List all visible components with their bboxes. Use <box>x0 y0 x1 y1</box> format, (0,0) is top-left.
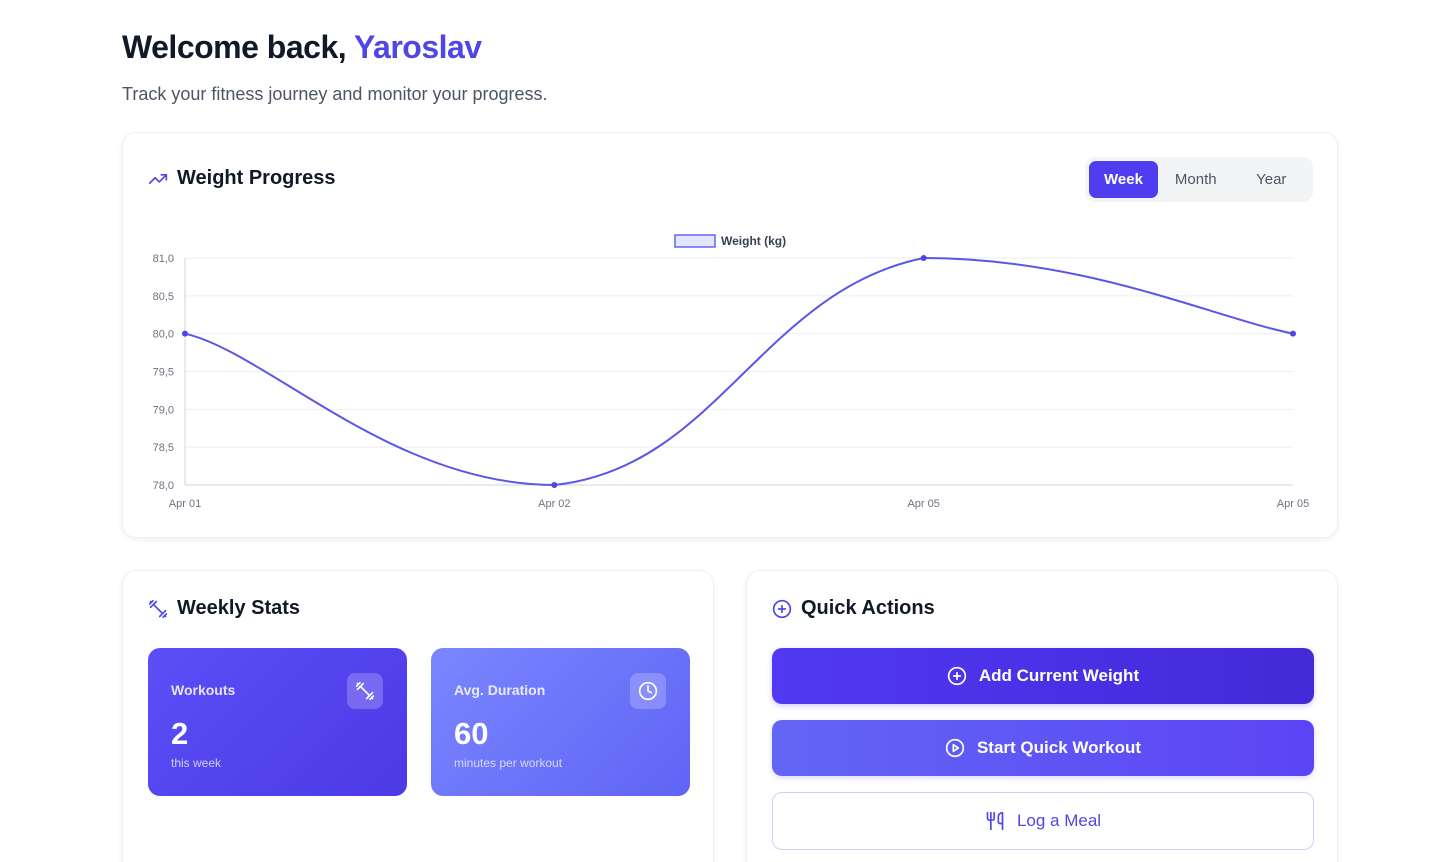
stat-sub: minutes per workout <box>454 756 563 770</box>
weight-progress-card: Weight Progress Week Month Year 81,0 80,5… <box>122 132 1338 538</box>
weight-chart: 81,080,580,079,579,078,578,0 Apr 01 Apr 0… <box>153 234 1310 510</box>
plus-circle-icon <box>772 599 792 618</box>
clock-icon <box>630 673 666 709</box>
add-current-weight-button[interactable]: Add Current Weight <box>772 648 1314 704</box>
weight-progress-header: Weight Progress <box>148 167 336 190</box>
data-point <box>551 482 558 488</box>
greeting-text: Welcome back, <box>122 29 354 65</box>
y-tick-label: 81,0 <box>153 253 174 265</box>
period-week-button[interactable]: Week <box>1089 161 1158 198</box>
stat-value: 60 <box>454 716 489 751</box>
play-circle-icon <box>945 738 965 758</box>
page-title: Welcome back, Yaroslav <box>122 28 548 66</box>
period-toggle: Week Month Year <box>1085 157 1313 202</box>
y-tick-label: 79,5 <box>153 367 174 379</box>
page-subtitle: Track your fitness journey and monitor y… <box>122 84 548 104</box>
dumbbell-icon <box>148 599 168 618</box>
weekly-stats-header: Weekly Stats <box>148 597 300 620</box>
x-tick-label: Apr 01 <box>169 498 201 510</box>
data-point <box>1290 330 1296 337</box>
legend-swatch <box>674 234 716 248</box>
page-header: Welcome back, Yaroslav Track your fitnes… <box>122 28 548 105</box>
legend-label: Weight (kg) <box>721 234 786 248</box>
x-tick-label: Apr 05 <box>1277 498 1309 510</box>
weekly-stats-card: Weekly Stats Workouts 2 this week Avg. D… <box>122 570 714 862</box>
trending-up-icon <box>148 173 168 184</box>
x-axis-ticks: Apr 01 Apr 02 Apr 05 Apr 05 <box>169 498 1309 510</box>
weekly-stats-title: Weekly Stats <box>177 597 301 619</box>
plus-circle-icon <box>947 666 967 686</box>
data-point <box>920 255 927 261</box>
weight-progress-title: Weight Progress <box>177 167 336 189</box>
stat-label: Avg. Duration <box>454 682 546 698</box>
y-tick-label: 78,5 <box>153 442 174 454</box>
stat-card-avg-duration: Avg. Duration 60 minutes per workout <box>431 648 690 796</box>
log-meal-button[interactable]: Log a Meal <box>772 792 1314 850</box>
data-point <box>182 330 188 337</box>
y-tick-label: 79,0 <box>153 404 174 416</box>
quick-actions-card: Quick Actions Add Current Weight Start Q… <box>746 570 1338 862</box>
stat-card-workouts: Workouts 2 this week <box>148 648 407 796</box>
chart-grid <box>184 257 1293 486</box>
y-tick-label: 80,5 <box>153 291 174 303</box>
stat-value: 2 <box>171 716 189 751</box>
x-tick-label: Apr 05 <box>907 498 939 510</box>
start-quick-workout-button[interactable]: Start Quick Workout <box>772 720 1314 776</box>
quick-actions-title: Quick Actions <box>801 597 935 619</box>
utensils-icon <box>986 811 1004 831</box>
period-month-button[interactable]: Month <box>1158 161 1234 198</box>
user-name: Yaroslav <box>353 29 482 65</box>
y-tick-label: 80,0 <box>153 329 174 341</box>
quick-actions-header: Quick Actions <box>772 597 935 620</box>
button-label: Log a Meal <box>1016 811 1102 830</box>
button-label: Add Current Weight <box>978 666 1140 685</box>
y-axis-ticks: 81,0 80,5 80,0 79,5 79,0 78,5 78,0 <box>153 253 174 492</box>
button-label: Start Quick Workout <box>976 738 1142 757</box>
x-tick-label: Apr 02 <box>538 498 570 510</box>
y-tick-label: 78,0 <box>153 480 174 492</box>
stat-sub: this week <box>171 756 222 770</box>
dumbbell-icon <box>347 673 383 709</box>
period-year-button[interactable]: Year <box>1234 161 1310 198</box>
stat-label: Workouts <box>171 682 236 698</box>
